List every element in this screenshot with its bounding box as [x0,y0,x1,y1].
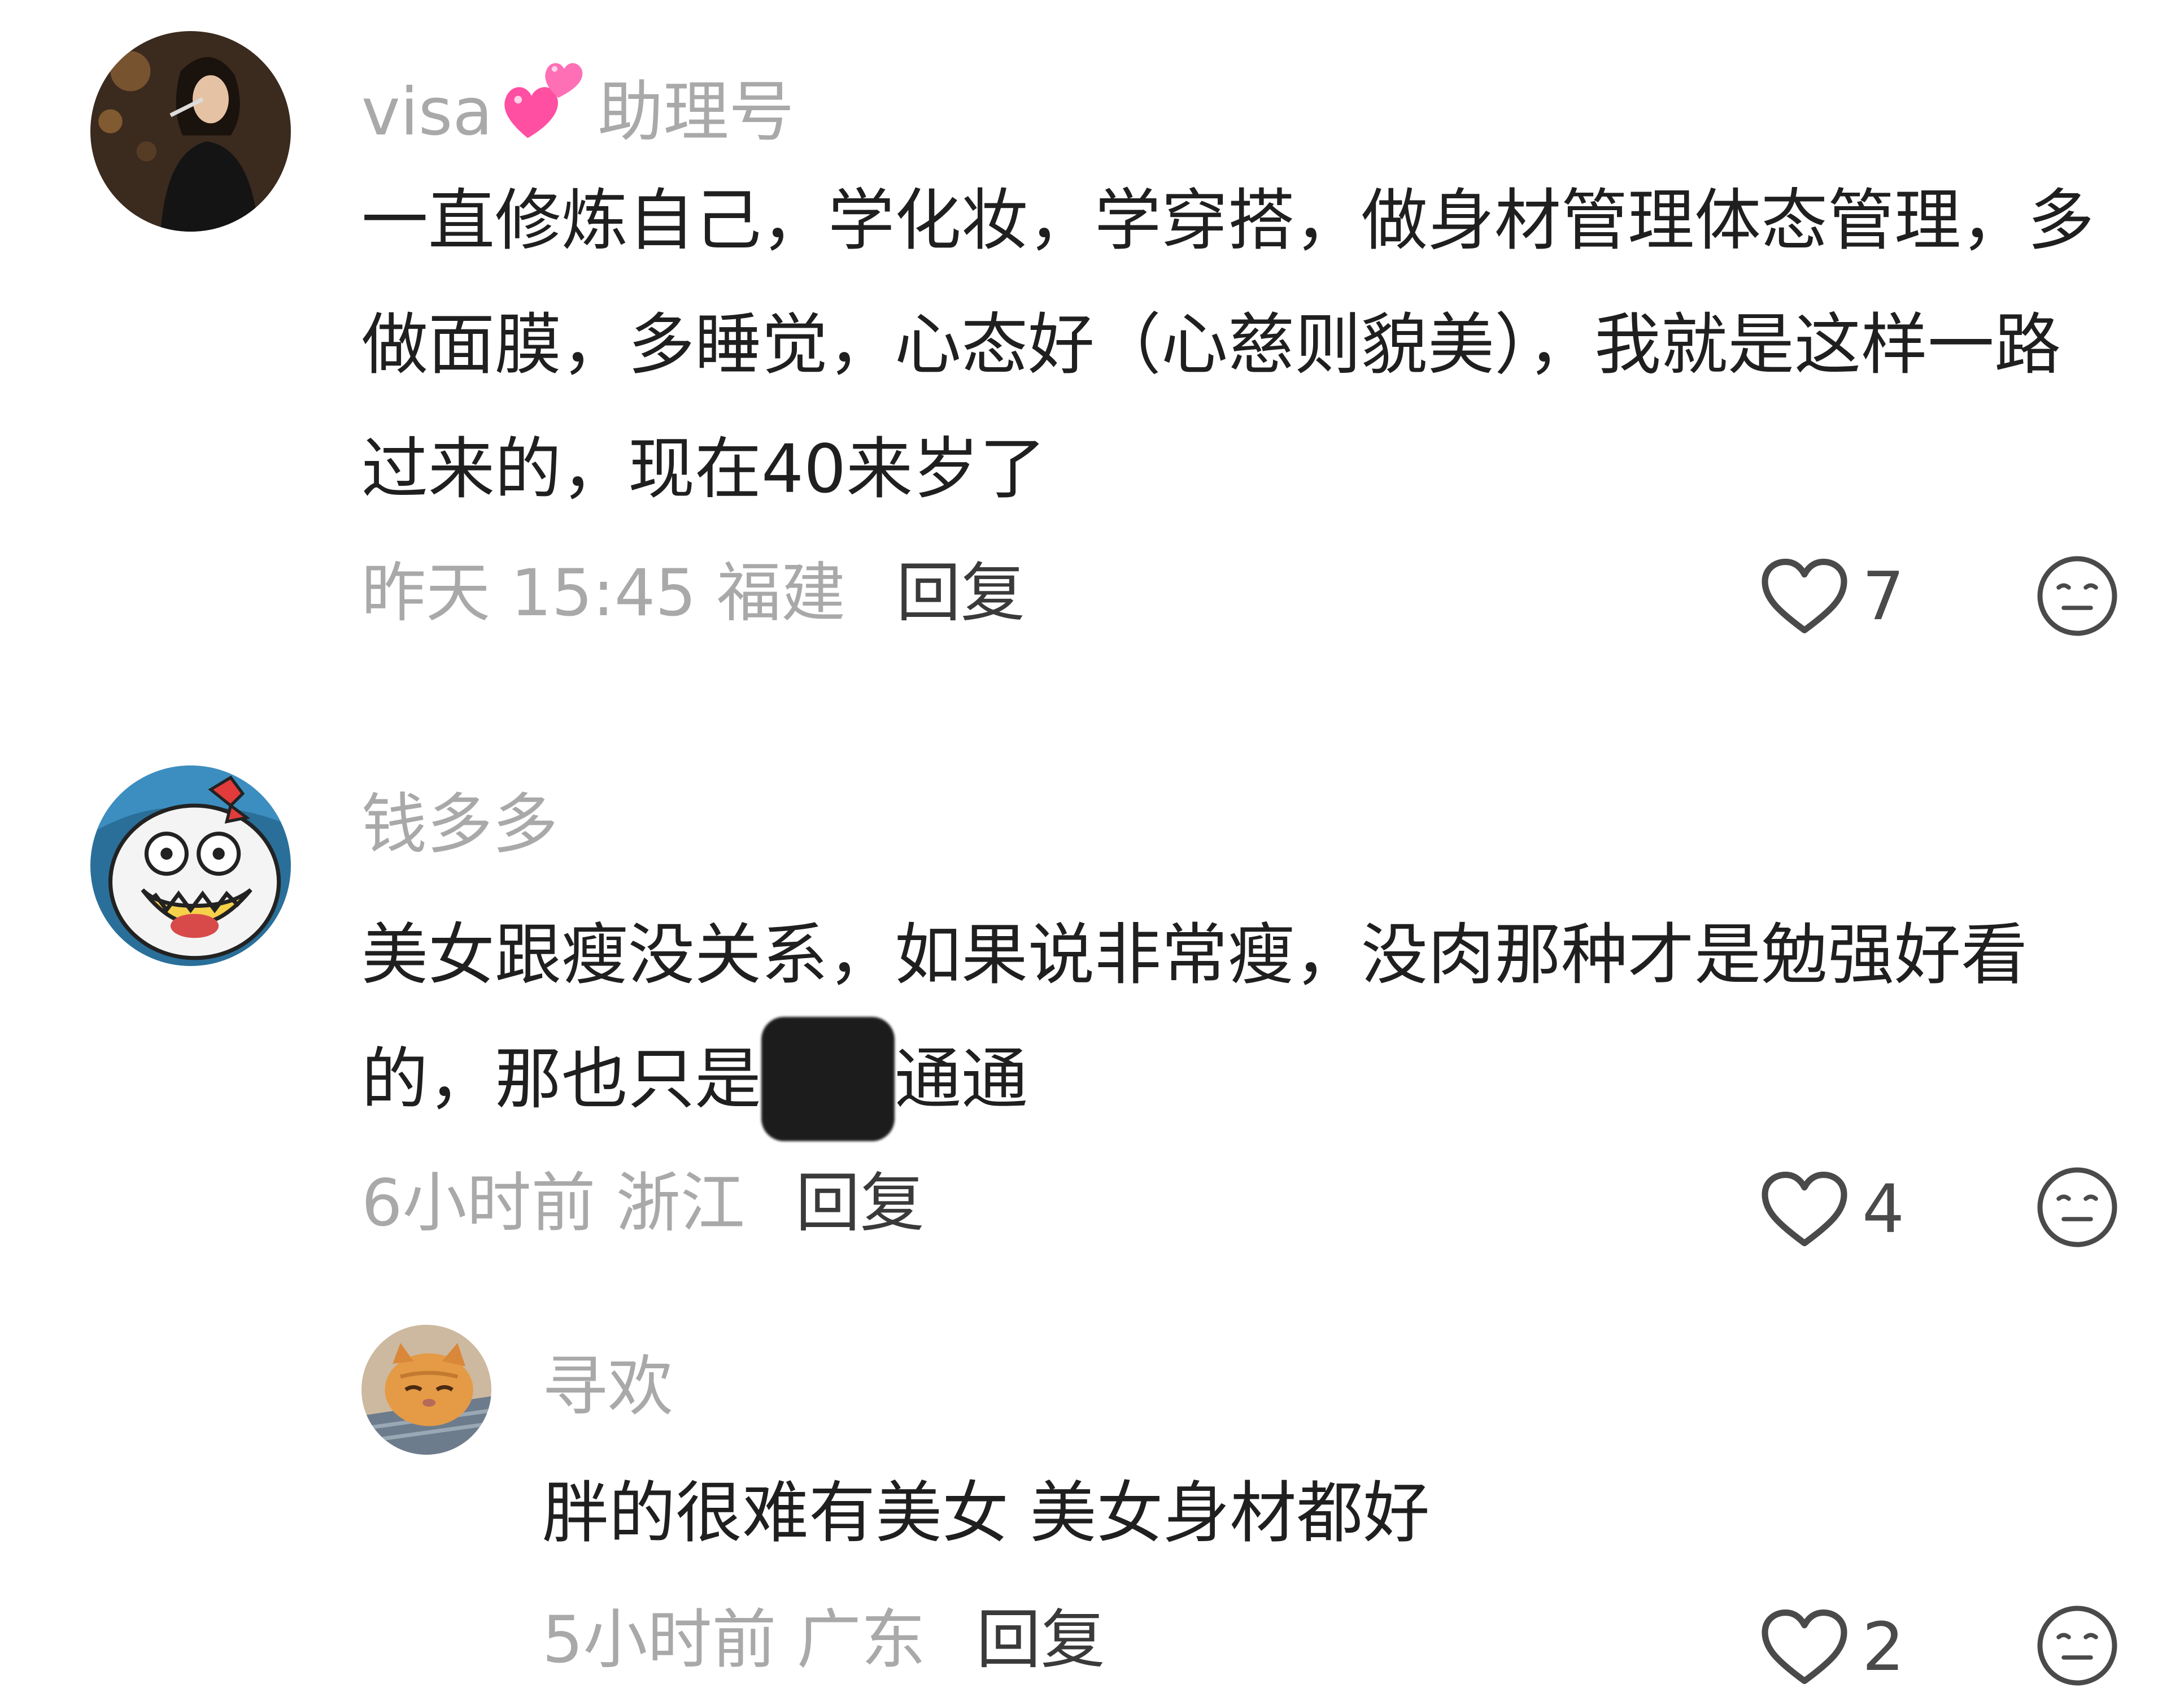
comment-meta: 昨天 15:45 福建 回复 [361,554,1025,633]
avatar-cat-photo [361,1325,491,1455]
comment-meta: 6小时前 浙江 回复 [361,1164,925,1243]
comment-text: 胖的很难有美女 美女身材都好 [542,1474,1430,1552]
redacted-text: 普普 [761,1017,895,1141]
comment-meta: 5小时前 广东 回复 [542,1600,1105,1680]
heart-outline-icon [1762,1171,1847,1247]
like-button[interactable]: 2 [1759,1602,1904,1692]
comment-time-location: 5小时前 广东 [542,1602,926,1677]
user-avatar[interactable] [90,31,291,232]
comment-time-location: 昨天 15:45 福建 [361,555,846,630]
username-suffix: 助理号 [598,74,795,150]
avatar-cartoon-cat [90,765,291,966]
username-text: visa [361,74,493,150]
heart-outline-icon [1762,1609,1847,1685]
comment-text: 一直修炼自己，学化妆，学穿搭，做身材管理体态管理，多做面膜，多睡觉，心态好（心慈… [361,181,2095,508]
two-hearts-icon [497,50,593,146]
like-count: 2 [1862,1608,1905,1686]
like-button[interactable]: 7 [1759,551,1904,641]
like-count: 4 [1862,1170,1905,1248]
meh-face-icon [2037,1606,2117,1686]
comment-text: 美女跟瘦没关系，如果说非常瘦，没肉那种才是勉强好看的，那也只是普普通通 [361,893,2124,1141]
user-avatar[interactable] [90,765,291,966]
dislike-button[interactable] [2035,554,2120,638]
dislike-button[interactable] [2035,1165,2120,1250]
avatar-woman-photo [90,31,291,232]
heart-outline-icon [1762,558,1847,634]
comment-time-location: 6小时前 浙江 [361,1165,745,1241]
reply-button[interactable]: 回复 [896,555,1025,630]
comment-username[interactable]: 寻欢 [542,1347,673,1426]
comment-text-part: 通通 [895,1040,1028,1118]
like-count: 7 [1862,557,1905,635]
meh-face-icon [2037,556,2117,636]
like-button[interactable]: 4 [1759,1164,1904,1254]
meh-face-icon [2037,1167,2117,1247]
dislike-button[interactable] [2035,1603,2120,1688]
comment-username[interactable]: visa 助理号 [361,50,794,152]
comment-username[interactable]: 钱多多 [361,785,558,864]
comment-text-part: 美女跟瘦没关系，如果说非常瘦，没肉那种才是勉强好看的，那也只是 [361,916,2028,1118]
reply-button[interactable]: 回复 [796,1165,925,1241]
reply-button[interactable]: 回复 [977,1602,1105,1677]
user-avatar[interactable] [361,1325,491,1455]
